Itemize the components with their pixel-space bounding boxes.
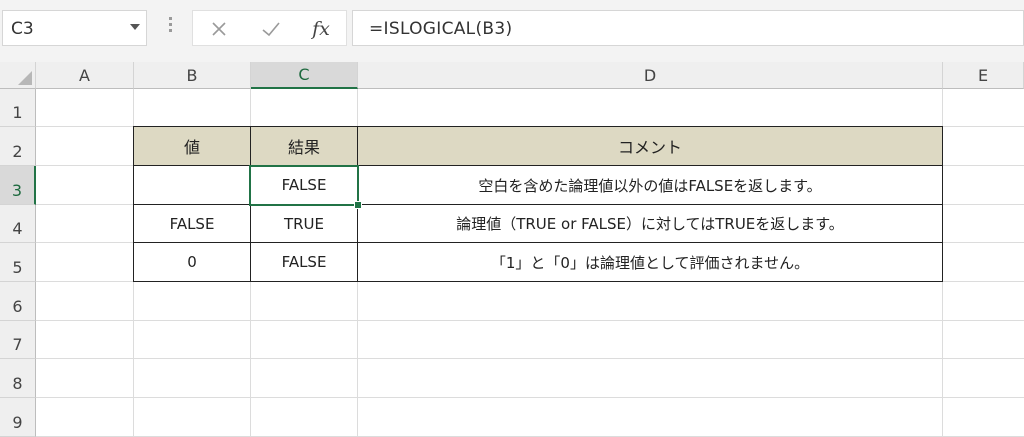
more-options-icon[interactable] [165,14,175,38]
gridline [36,397,1024,398]
column-header-e[interactable]: E [943,62,1024,89]
formula-bar: C3 fx =ISLOGICAL(B3) [0,0,1024,62]
table-border [133,126,134,282]
cell-c5[interactable]: FALSE [251,243,357,281]
insert-function-icon[interactable]: fx [305,15,337,43]
cancel-x-icon[interactable] [203,15,235,43]
active-cell-selection [249,165,359,206]
gridline [36,358,1024,359]
row-header-1[interactable]: 1 [0,89,36,127]
formula-text[interactable]: =ISLOGICAL(B3) [369,19,512,39]
table-border [133,281,943,282]
cell-d5[interactable]: 「1」と「0」は論理値として評価されません。 [358,243,942,281]
name-box[interactable]: C3 [2,10,147,46]
table-header-comment[interactable]: コメント [358,127,942,165]
fill-handle[interactable] [354,201,362,209]
row-header-3[interactable]: 3 [0,166,36,205]
table-header-result[interactable]: 結果 [251,127,357,165]
gridline [36,320,1024,321]
select-all-button[interactable] [0,62,36,89]
name-box-value[interactable]: C3 [11,19,34,39]
row-header-5[interactable]: 5 [0,243,36,282]
column-header-a[interactable]: A [36,62,134,89]
table-border [133,126,943,127]
fx-label: fx [312,18,330,40]
cell-d4[interactable]: 論理値（TRUE or FALSE）に対してはTRUEを返します。 [358,205,942,242]
row-header-4[interactable]: 4 [0,205,36,243]
row-header-6[interactable]: 6 [0,282,36,321]
row-header-8[interactable]: 8 [0,359,36,398]
cell-b5[interactable]: 0 [134,243,250,281]
enter-check-icon[interactable] [255,15,287,43]
cell-b3[interactable] [134,166,250,204]
formula-buttons: fx [192,10,347,46]
cell-b4[interactable]: FALSE [134,205,250,242]
column-header-d[interactable]: D [358,62,943,89]
formula-input[interactable]: =ISLOGICAL(B3) [352,10,1024,46]
column-header-c[interactable]: C [251,62,358,89]
chevron-down-icon[interactable] [130,24,140,30]
cell-c4[interactable]: TRUE [251,205,357,242]
row-header-2[interactable]: 2 [0,127,36,166]
cell-d3[interactable]: 空白を含めた論理値以外の値はFALSEを返します。 [358,166,942,204]
column-header-b[interactable]: B [134,62,251,89]
row-header-7[interactable]: 7 [0,321,36,359]
table-header-value[interactable]: 値 [134,127,250,165]
table-border [133,242,943,243]
row-header-9[interactable]: 9 [0,398,36,437]
table-border [942,126,943,282]
